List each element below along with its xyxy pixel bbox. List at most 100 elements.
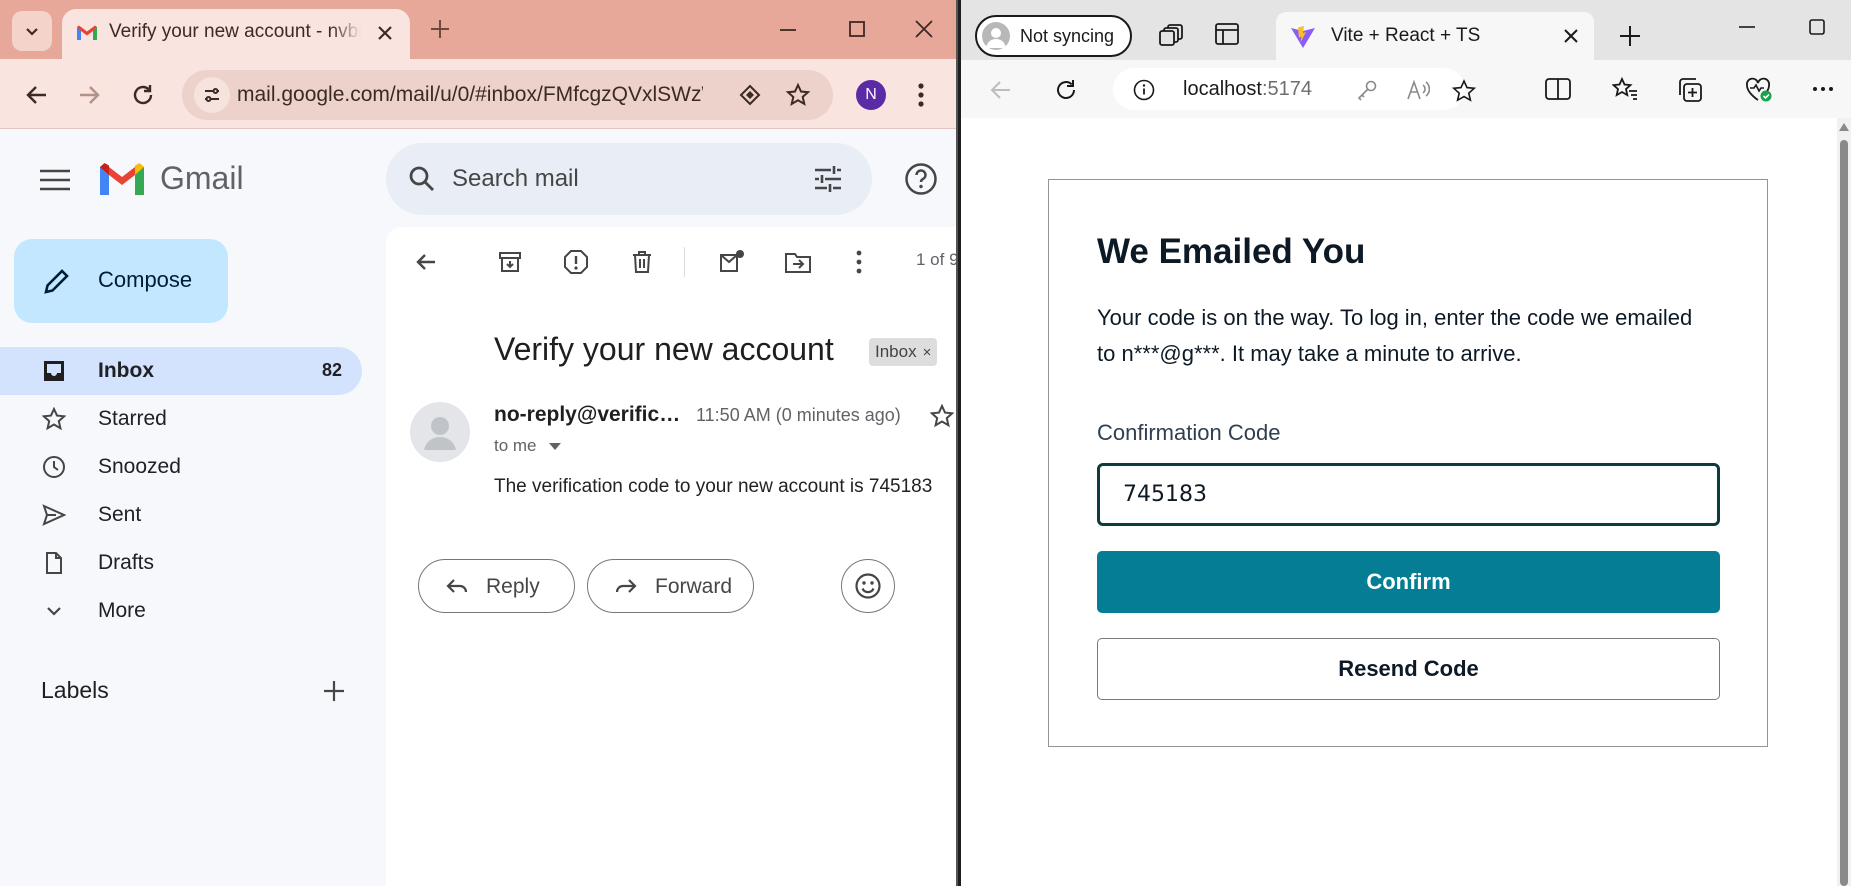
- chevron-down-icon: [47, 607, 61, 616]
- emoji-reaction-button[interactable]: [841, 559, 895, 613]
- report-spam-icon[interactable]: [563, 249, 589, 275]
- smiley-icon: [855, 573, 881, 599]
- sender-avatar: [410, 402, 470, 462]
- search-icon[interactable]: [408, 165, 436, 193]
- star-icon: [42, 407, 66, 431]
- reply-button[interactable]: Reply: [418, 559, 575, 613]
- labels-heading: Labels: [41, 677, 109, 703]
- reload-icon[interactable]: [130, 82, 156, 108]
- browser-tab-vite[interactable]: Vite + React + TS: [1276, 12, 1594, 60]
- nav-item-more[interactable]: More: [0, 587, 362, 635]
- info-icon[interactable]: [1133, 79, 1155, 101]
- inbox-label-chip: Inbox ×: [869, 338, 938, 366]
- confirm-button[interactable]: Confirm: [1097, 551, 1720, 613]
- search-placeholder: Search mail: [452, 165, 579, 192]
- forward-arrow-icon[interactable]: [76, 82, 102, 108]
- remove-label-icon[interactable]: ×: [923, 344, 932, 361]
- nav-item-drafts[interactable]: Drafts: [0, 539, 362, 587]
- more-horiz-icon[interactable]: [1811, 77, 1835, 101]
- tab-title: Vite + React + TS: [1331, 25, 1481, 46]
- site-info-button[interactable]: [194, 77, 230, 113]
- chip-label: Inbox: [875, 342, 917, 361]
- close-tab-icon[interactable]: [1562, 27, 1580, 45]
- back-arrow-icon[interactable]: [988, 77, 1014, 103]
- compose-button[interactable]: Compose: [14, 239, 228, 323]
- nav-item-inbox[interactable]: Inbox 82: [0, 347, 362, 395]
- gmail-wordmark: Gmail: [160, 160, 244, 196]
- forward-button[interactable]: Forward: [587, 559, 754, 613]
- delete-icon[interactable]: [629, 249, 655, 275]
- default-avatar-icon: [424, 417, 456, 450]
- nav-label: Drafts: [98, 551, 155, 574]
- search-mail-bar[interactable]: Search mail: [386, 143, 872, 215]
- nav-label: Sent: [98, 503, 142, 526]
- back-arrow-icon[interactable]: [24, 82, 50, 108]
- vertical-scrollbar[interactable]: [1837, 118, 1851, 886]
- main-menu-icon[interactable]: [40, 169, 70, 191]
- favorites-icon[interactable]: [1612, 77, 1638, 101]
- tune-icon: [205, 88, 219, 102]
- read-aloud-icon[interactable]: [1406, 79, 1430, 101]
- collections-icon[interactable]: [1677, 77, 1703, 103]
- browser-tab-gmail[interactable]: Verify your new account - nvbnbnvbnbnbn@…: [62, 9, 410, 59]
- forward-label: Forward: [655, 575, 733, 598]
- minimize-icon[interactable]: [1736, 18, 1758, 40]
- workspaces-icon[interactable]: [1159, 23, 1185, 47]
- maximize-icon[interactable]: [1806, 18, 1828, 40]
- edge-titlebar: Not syncing Vite + React + TS: [961, 0, 1851, 60]
- more-options-icon[interactable]: [854, 249, 864, 275]
- reload-icon[interactable]: [1053, 77, 1079, 103]
- resend-code-button[interactable]: Resend Code: [1097, 638, 1720, 700]
- star-message-icon[interactable]: [930, 404, 954, 428]
- address-bar[interactable]: localhost:5174: [1113, 68, 1476, 110]
- password-key-icon[interactable]: [1356, 79, 1378, 101]
- favorite-star-icon[interactable]: [1452, 79, 1476, 103]
- back-to-inbox-icon[interactable]: [413, 249, 439, 275]
- send-icon: [42, 504, 66, 526]
- gmail-app: Gmail Search mail Compose Inbox 82 Starr…: [0, 129, 958, 886]
- confirmation-code-input[interactable]: [1097, 463, 1720, 526]
- forward-icon: [615, 579, 637, 593]
- mark-unread-icon[interactable]: [718, 249, 746, 275]
- minimize-icon[interactable]: [777, 18, 799, 40]
- url-host: localhost: [1183, 78, 1262, 100]
- search-options-icon[interactable]: [813, 165, 843, 193]
- message-time: 11:50 AM (0 minutes ago): [696, 405, 901, 425]
- url-text: localhost:5174: [1183, 78, 1312, 101]
- scrollbar-thumb[interactable]: [1840, 140, 1848, 886]
- add-label-icon[interactable]: [322, 679, 346, 703]
- toolbar-divider: [684, 247, 685, 277]
- lens-icon[interactable]: [738, 83, 762, 107]
- message-pager: 1 of 9: [916, 250, 958, 269]
- compose-label: Compose: [98, 267, 193, 292]
- bookmark-star-icon[interactable]: [785, 82, 811, 108]
- nav-label: Snoozed: [98, 455, 181, 478]
- more-vert-icon[interactable]: [916, 81, 926, 109]
- caret-down-icon: [549, 442, 562, 450]
- message-body: The verification code to your new accoun…: [494, 476, 933, 497]
- recipient-toggle[interactable]: to me: [494, 436, 562, 456]
- new-tab-icon[interactable]: [428, 17, 452, 41]
- nav-item-starred[interactable]: Starred: [0, 395, 362, 443]
- new-tab-icon[interactable]: [1618, 24, 1642, 48]
- tab-search-button[interactable]: [12, 11, 52, 51]
- close-window-icon[interactable]: [913, 18, 935, 40]
- profile-avatar[interactable]: N: [856, 80, 886, 110]
- move-to-icon[interactable]: [784, 249, 812, 275]
- nav-item-sent[interactable]: Sent: [0, 491, 362, 539]
- split-screen-icon[interactable]: [1545, 77, 1571, 101]
- maximize-icon[interactable]: [846, 18, 868, 40]
- help-icon[interactable]: [904, 162, 938, 196]
- close-tab-icon[interactable]: [374, 22, 396, 44]
- archive-icon[interactable]: [497, 249, 523, 275]
- nav-item-snoozed[interactable]: Snoozed: [0, 443, 362, 491]
- nav-label: More: [98, 599, 146, 622]
- scroll-up-icon[interactable]: [1839, 123, 1849, 131]
- address-bar[interactable]: mail.google.com/mail/u/0/#inbox/FMfcgzQV…: [182, 70, 833, 120]
- edge-toolbar: localhost:5174: [961, 60, 1851, 118]
- profile-sync-button[interactable]: Not syncing: [975, 15, 1132, 57]
- pencil-icon: [44, 269, 69, 294]
- sender-address[interactable]: no-reply@verificationemail.com: [494, 403, 690, 427]
- browser-essentials-icon[interactable]: [1745, 77, 1773, 103]
- vertical-tabs-icon[interactable]: [1215, 23, 1239, 45]
